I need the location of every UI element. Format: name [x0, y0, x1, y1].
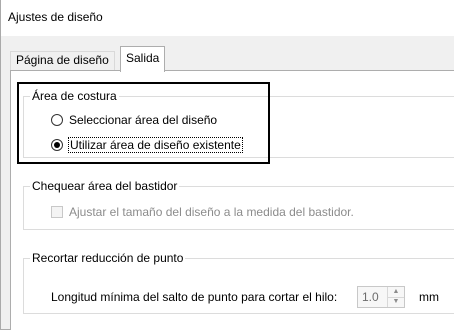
longitud-minima-label: Longitud mínima del salto de punto para …: [51, 290, 338, 304]
unit-label: mm: [419, 290, 439, 304]
salto-punto-stepper[interactable]: 1.0 ▲ ▼: [357, 286, 405, 308]
checkbox-icon: [51, 206, 63, 218]
window-title: Ajustes de diseño: [8, 10, 103, 24]
checkbox-ajustar-tamano[interactable]: Ajustar el tamaño del diseño a la medida…: [51, 205, 354, 219]
chequear-legend: Chequear área del bastidor: [30, 179, 180, 193]
dialog-window: Ajustes de diseño Página de diseño Salid…: [0, 0, 454, 330]
recortar-legend: Recortar reducción de punto: [30, 251, 186, 265]
stepper-value: 1.0: [362, 290, 379, 304]
tab-pagina-de-diseno[interactable]: Página de diseño: [10, 51, 115, 71]
tab-salida[interactable]: Salida: [120, 46, 166, 72]
stepper-buttons: ▲ ▼: [387, 287, 404, 307]
title-bar: Ajustes de diseño: [1, 0, 454, 36]
highlight-box: [17, 82, 270, 164]
stepper-down-icon[interactable]: ▼: [388, 297, 404, 307]
checkbox-ajustar-label: Ajustar el tamaño del diseño a la medida…: [69, 205, 354, 219]
